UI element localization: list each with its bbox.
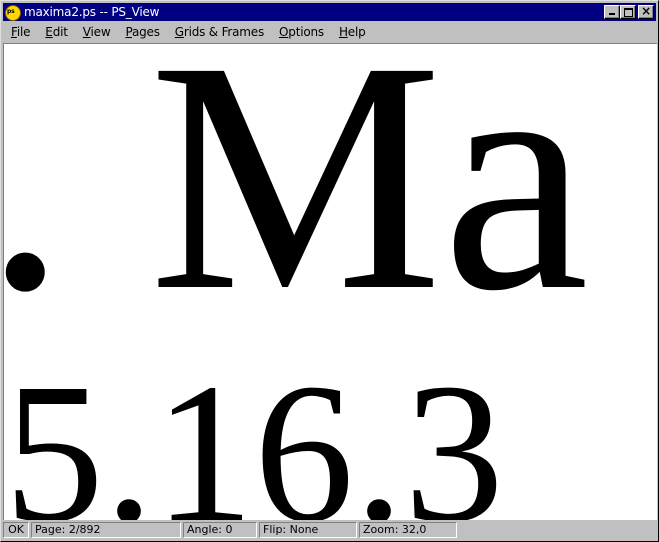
title-bar[interactable]: ps maxima2.ps -- PS_View ×	[3, 3, 656, 21]
menu-file[interactable]: File	[3, 25, 37, 39]
maximize-button[interactable]	[620, 5, 636, 19]
menu-options[interactable]: Options	[271, 25, 331, 39]
window-controls: ×	[604, 4, 654, 19]
minimize-icon	[609, 13, 615, 15]
minimize-button[interactable]	[604, 5, 620, 19]
app-icon[interactable]: ps	[5, 4, 21, 21]
status-bar: OK Page: 2/892 Angle: 0 Flip: None Zoom:…	[3, 520, 656, 539]
document-text-line-1: . Ma	[4, 44, 589, 359]
close-button[interactable]: ×	[638, 4, 654, 19]
status-ok: OK	[3, 521, 29, 538]
ps-view-window: ps maxima2.ps -- PS_View × File Edit Vie…	[0, 0, 659, 542]
document-view[interactable]: . Ma 5.16.3	[3, 43, 657, 520]
menu-pages[interactable]: Pages	[117, 25, 166, 39]
menu-view[interactable]: View	[75, 25, 118, 39]
status-angle: Angle: 0	[183, 521, 257, 538]
window-title: maxima2.ps -- PS_View	[24, 5, 160, 19]
document-page: . Ma 5.16.3	[4, 44, 589, 520]
status-page: Page: 2/892	[31, 521, 181, 538]
close-icon: ×	[641, 4, 651, 18]
menu-edit[interactable]: Edit	[37, 25, 74, 39]
status-flip: Flip: None	[259, 521, 357, 538]
maximize-icon	[624, 8, 633, 17]
document-text-line-2: 5.16.3	[4, 343, 504, 520]
menu-bar: File Edit View Pages Grids & Frames Opti…	[3, 22, 656, 41]
menu-grids-frames[interactable]: Grids & Frames	[167, 25, 271, 39]
menu-help[interactable]: Help	[331, 25, 373, 39]
status-zoom: Zoom: 32,0	[359, 521, 457, 538]
app-icon-label: ps	[7, 8, 15, 15]
